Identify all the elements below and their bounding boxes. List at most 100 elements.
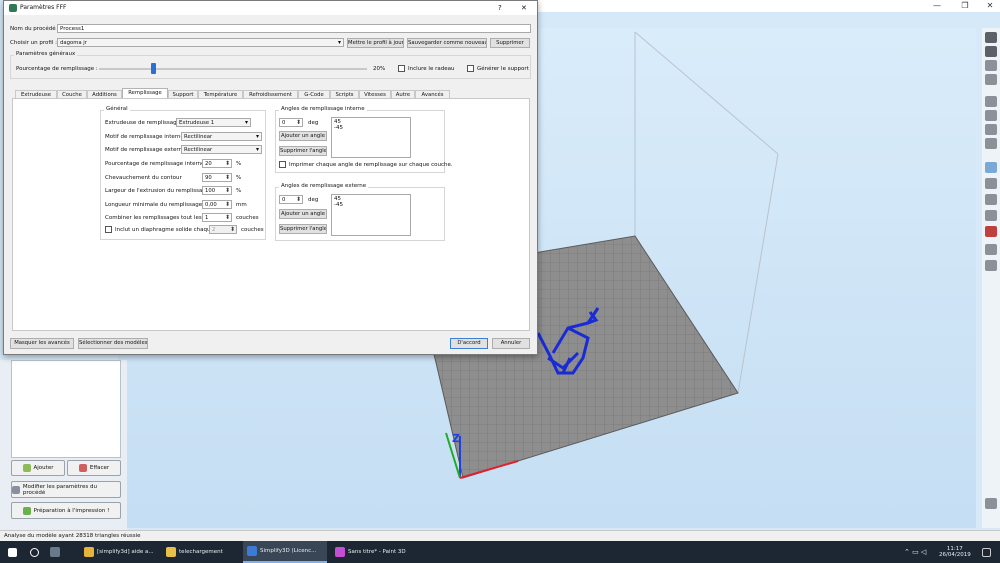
view-side-icon[interactable]	[985, 124, 997, 135]
paint3d-icon	[335, 547, 345, 557]
start-icon[interactable]	[4, 541, 21, 563]
internal-angles-list[interactable]: 45 -45	[331, 117, 411, 158]
scale-icon[interactable]	[985, 60, 997, 71]
tray-icons[interactable]: ⌃ ▭ ◁	[900, 541, 930, 563]
view-cube-icon[interactable]	[985, 96, 997, 107]
taskbar: [simplify3d] aide a... telechargement Si…	[0, 541, 1000, 563]
help-button[interactable]: ?	[498, 1, 502, 15]
hide-advanced-button[interactable]: Masquer les avancés	[10, 338, 74, 349]
add-external-angle-button[interactable]: Ajouter un angle	[279, 209, 327, 219]
notifications-icon[interactable]	[978, 541, 995, 563]
external-pattern-label: Motif de remplissage externe	[105, 147, 186, 153]
minimize-button[interactable]: —	[923, 0, 951, 12]
internal-angle-unit: deg	[308, 120, 319, 126]
infill-percentage-label: Pourcentage de remplissage :	[16, 66, 98, 72]
save-as-new-button[interactable]: Sauvegarder comme nouveau	[407, 38, 487, 48]
min-length-unit: mm	[236, 202, 247, 208]
move-icon[interactable]	[985, 46, 997, 57]
external-angle-input[interactable]: 0	[279, 195, 303, 204]
close-app-button[interactable]: ✕	[976, 0, 1000, 12]
view-top-icon[interactable]	[985, 138, 997, 149]
view-front-icon[interactable]	[985, 110, 997, 121]
axis-toggle-icon[interactable]	[985, 210, 997, 221]
gear-icon[interactable]	[985, 244, 997, 255]
dialog-close-button[interactable]: ✕	[521, 1, 527, 15]
status-text: Analyse du modèle ayant 28318 triangles …	[4, 533, 141, 539]
infill-slider-thumb[interactable]	[150, 63, 156, 74]
extrusion-width-unit: %	[236, 188, 242, 194]
remove-internal-angle-button[interactable]: Supprimer l'angle	[279, 146, 327, 156]
internal-angles-title: Angles de remplissage interne	[279, 106, 367, 112]
solid-view-icon[interactable]	[985, 178, 997, 189]
taskbar-item-folder[interactable]: telechargement	[162, 541, 240, 563]
cross-section-icon[interactable]	[985, 226, 997, 237]
min-length-input[interactable]: 0,00	[202, 200, 232, 209]
outline-overlap-label: Chevauchement du contour	[105, 175, 182, 181]
add-button[interactable]: Ajouter	[11, 460, 65, 476]
rotate-icon[interactable]	[985, 74, 997, 85]
outline-overlap-unit: %	[236, 175, 242, 181]
infill-extruder-label: Extrudeuse de remplissage	[105, 120, 181, 126]
taskbar-item-chrome[interactable]: [simplify3d] aide a...	[80, 541, 160, 563]
delete-profile-button[interactable]: Supprimer	[490, 38, 530, 48]
remove-external-angle-button[interactable]: Supprimer l'angle	[279, 224, 327, 234]
print-each-angle-checkbox[interactable]	[279, 161, 286, 168]
add-internal-angle-button[interactable]: Ajouter un angle	[279, 131, 327, 141]
infill-slider-track[interactable]	[99, 68, 367, 70]
taskbar-item-simplify3d[interactable]: Simplify3D (Licenc...	[243, 541, 327, 563]
modify-process-button[interactable]: Modifier les paramètres du procédé	[11, 481, 121, 498]
internal-percent-unit: %	[236, 161, 242, 167]
checkmark-icon	[22, 506, 31, 515]
ok-button[interactable]: D'accord	[450, 338, 488, 349]
external-angle-unit: deg	[308, 197, 319, 203]
process-name-input[interactable]: Process1	[57, 24, 531, 33]
generate-support-checkbox[interactable]	[467, 65, 474, 72]
layers-icon[interactable]	[985, 260, 997, 271]
profile-select[interactable]: dagoma jr	[57, 38, 344, 47]
list-item[interactable]: -45	[334, 202, 408, 208]
taskbar-item-paint3d[interactable]: Sans titre* - Paint 3D	[331, 541, 415, 563]
internal-angle-input[interactable]: 0	[279, 118, 303, 127]
search-icon[interactable]	[26, 541, 43, 563]
general-group-title: Général	[104, 106, 130, 112]
right-toolbar	[982, 28, 1000, 528]
prepare-print-button[interactable]: Préparation à l'impression !	[11, 502, 121, 519]
app-icon	[9, 4, 17, 12]
models-list[interactable]	[11, 360, 121, 458]
include-raft-checkbox[interactable]	[398, 65, 405, 72]
cancel-button[interactable]: Annuler	[492, 338, 530, 349]
clock[interactable]: 11:17 26/04/2019	[935, 541, 975, 563]
wireframe-icon[interactable]	[985, 194, 997, 205]
external-angles-title: Angles de remplissage externe	[279, 183, 369, 189]
folder-icon	[166, 547, 176, 557]
combine-input[interactable]: 1	[202, 213, 232, 222]
expand-icon[interactable]	[985, 498, 997, 509]
list-item[interactable]: -45	[334, 125, 408, 131]
maximize-button[interactable]: ❐	[951, 0, 979, 12]
add-icon	[22, 464, 31, 472]
outline-overlap-input[interactable]: 90	[202, 173, 232, 182]
combine-label: Combiner les remplissages tout les	[105, 215, 202, 221]
infill-extruder-select[interactable]: Extrudeuse 1	[176, 118, 251, 127]
generate-support-label: Générer le support	[477, 66, 529, 72]
app-titlebar: — ❐ ✕	[536, 0, 1000, 12]
profile-label: Choisir un profil :	[10, 40, 57, 46]
delete-icon	[78, 464, 87, 472]
external-angles-list[interactable]: 45 -45	[331, 194, 411, 236]
process-name-label: Nom du procédé :	[10, 26, 60, 32]
external-pattern-select[interactable]: Rectilinear	[181, 145, 262, 154]
axes-icon[interactable]	[985, 162, 997, 173]
delete-model-button[interactable]: Effacer	[67, 460, 121, 476]
internal-pattern-select[interactable]: Rectilinear	[181, 132, 262, 141]
extrusion-width-input[interactable]: 100	[202, 186, 232, 195]
chrome-icon	[84, 547, 94, 557]
diaphragm-checkbox[interactable]	[105, 226, 112, 233]
update-profile-button[interactable]: Mettre le profil à jour	[347, 38, 404, 48]
diaphragm-input[interactable]: 2	[209, 225, 237, 234]
extrusion-width-label: Largeur de l'extrusion du remplissage	[105, 188, 210, 194]
internal-percent-input[interactable]: 20	[202, 159, 232, 168]
select-models-button[interactable]: Sélectionner des modèles	[78, 338, 148, 349]
fff-settings-dialog: Paramètres FFF ? ✕ Nom du procédé : Proc…	[3, 0, 538, 355]
task-view-icon[interactable]	[46, 541, 64, 563]
pointer-icon[interactable]	[985, 32, 997, 43]
